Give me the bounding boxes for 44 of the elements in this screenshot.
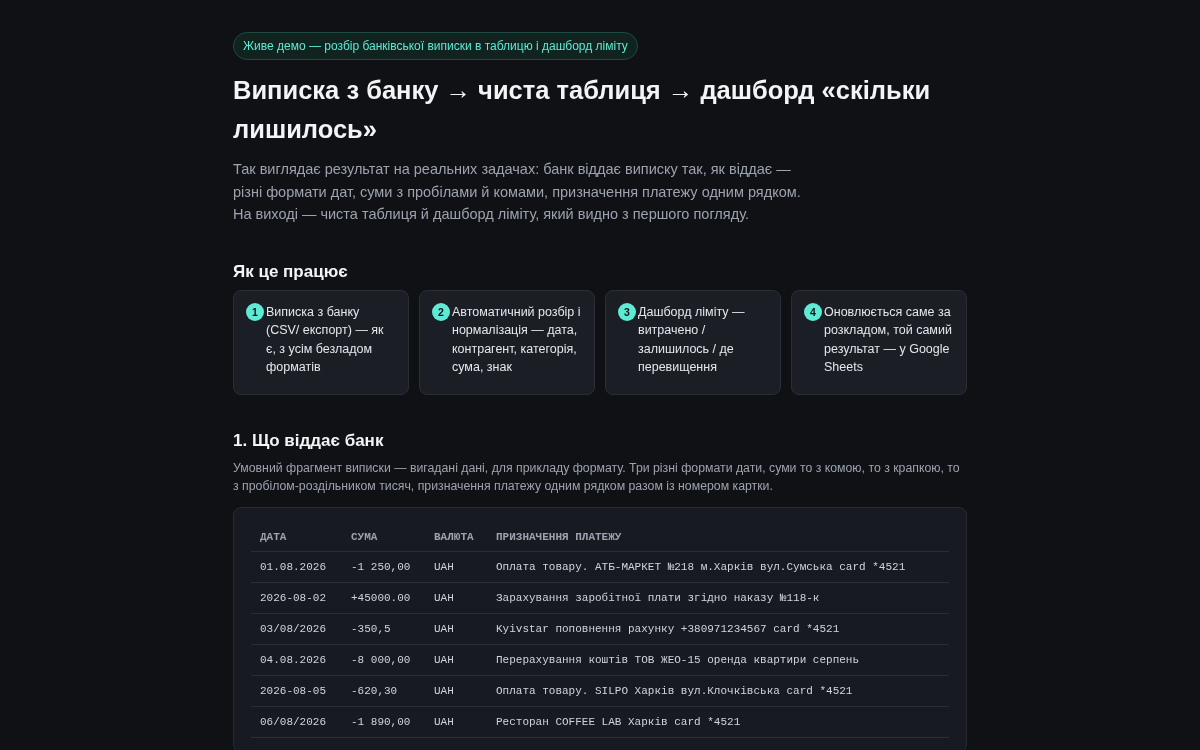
table-cell-text: +45000.00 (351, 591, 412, 607)
column-header: ДАТА (260, 529, 288, 545)
column-header: СУМА (351, 529, 379, 545)
demo-badge: Живе демо — розбір банківської виписки в таблицю і дашборд ліміту (233, 32, 638, 60)
table-cell-text: 01.08.2026 (260, 560, 327, 576)
table-cell-text: Kyivstar поповнення рахунку +380971234567 card *4521 (496, 622, 841, 638)
table-cell-text: UAH (434, 591, 455, 607)
table-cell-text: Оплата товару. SILPO Харків вул.Клочківська card *4521 (496, 684, 854, 700)
table-cell-text: 2026-08-02 (260, 591, 327, 607)
table-cell-text: Ресторан COFFEE LAB Харків card *4521 (496, 715, 742, 731)
table-cell-text: UAH (434, 622, 455, 638)
table-cell-text: -350,5 (351, 622, 392, 638)
step-number: 1 (246, 302, 264, 321)
table-cell-text: UAH (434, 715, 455, 731)
step-text: Оновлюється саме за розкладом, той самий результат — у Google Sheets (824, 303, 953, 377)
section-heading: 1. Що віддає банк (233, 430, 385, 452)
table-cell-text: Зарахування заробітної плати згідно наказу №118-к (496, 591, 821, 607)
table-cell-text: -8 000,00 (351, 653, 412, 669)
section-description: Умовний фрагмент виписки — вигадані дані, для прикладу формату. Три різні формати дати, суми то з комою, то з крапкою, то з пробілом-роздільником тисяч, призначення платежу одним рядком разом із номером картки. (233, 460, 961, 496)
step-number: 4 (804, 302, 822, 321)
table-cell-text: -1 250,00 (351, 560, 412, 576)
table-cell-text: 03/08/2026 (260, 622, 327, 638)
page-title: Виписка з банку → чиста таблиця → дашборд «скільки лишилось» (233, 75, 932, 145)
table-cell-text: 2026-08-05 (260, 684, 327, 700)
table-cell-text: Перерахування коштів ТОВ ЖЕО-15 оренда квартири серпень (496, 653, 861, 669)
intro-line: різні формати дат, суми з пробілами й комами, призначення платежу одним рядком. (233, 182, 802, 202)
step-text: Дашборд ліміту — витрачено / залишилось / де перевищення (638, 303, 746, 377)
table-cell-text: Оплата товару. АТБ-МАРКЕТ №218 м.Харків вул.Сумська card *4521 (496, 560, 907, 576)
table-cell-text: UAH (434, 560, 455, 576)
step-number: 2 (432, 302, 450, 321)
table-cell-text: -1 890,00 (351, 715, 412, 731)
table-cell-text: 06/08/2026 (260, 715, 327, 731)
column-header: ПРИЗНАЧЕННЯ ПЛАТЕЖУ (496, 529, 623, 545)
table-cell-text: UAH (434, 684, 455, 700)
column-header: ВАЛЮТА (434, 529, 475, 545)
intro-line: На виході — чиста таблиця й дашборд ліміту, який видно з першого погляду. (233, 205, 750, 224)
table-cell-text: 04.08.2026 (260, 653, 327, 669)
step-number: 3 (618, 302, 636, 321)
step-text: Виписка з банку (CSV/ експорт) — як є, з усім безладом форматів (266, 303, 385, 377)
table-cell-text: -620,30 (351, 684, 399, 700)
intro-line: Так виглядає результат на реальних задачах: банк віддає виписку так, як віддає — (233, 160, 792, 179)
step-text: Автоматичний розбір і нормалізація — дата, контрагент, категорія, сума, знак (452, 303, 582, 377)
table-cell-text: UAH (434, 653, 455, 669)
section-heading: Як це працює (233, 261, 349, 282)
